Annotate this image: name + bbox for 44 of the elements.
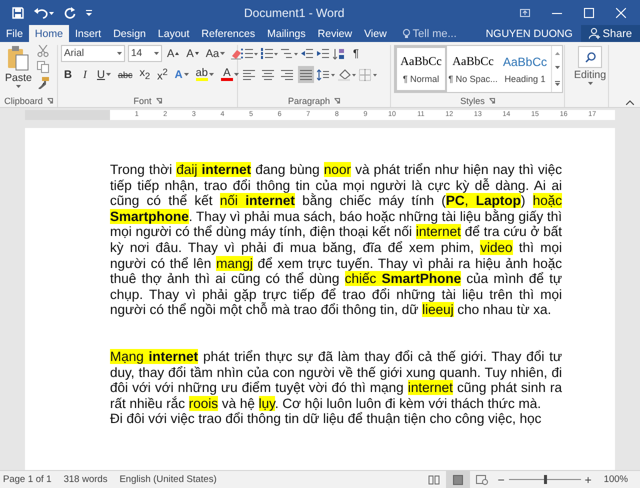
font-color-button[interactable]: A bbox=[218, 66, 241, 83]
ribbon-tab[interactable]: Review bbox=[312, 25, 358, 42]
zoom-out-button[interactable]: − bbox=[494, 472, 509, 486]
show-formatting-button[interactable]: ¶ bbox=[349, 45, 363, 62]
style-gallery-item[interactable]: AaBbCc ¶ Normal bbox=[395, 46, 447, 92]
ribbon-tab[interactable]: Layout bbox=[152, 25, 196, 42]
paste-button[interactable]: Paste bbox=[3, 45, 34, 95]
editing-button[interactable]: Editing bbox=[568, 45, 612, 95]
user-name: NGUYEN DUONG bbox=[486, 28, 574, 40]
shrink-font-button[interactable]: A bbox=[184, 45, 201, 62]
change-case-button[interactable]: Aa bbox=[204, 45, 228, 62]
ribbon-tab[interactable]: Mailings bbox=[261, 25, 312, 42]
underline-button[interactable]: U bbox=[95, 66, 113, 83]
window-title: Document1 - Word bbox=[244, 6, 346, 20]
ribbon-tab[interactable]: References bbox=[195, 25, 262, 42]
group-label: Paragraph bbox=[288, 95, 330, 107]
group-label: Clipboard bbox=[4, 95, 43, 107]
tell-me-field[interactable]: Tell me... bbox=[392, 25, 457, 42]
word-count[interactable]: 318 words bbox=[64, 474, 116, 485]
superscript-button[interactable]: x$^{2}$ bbox=[155, 66, 170, 83]
group-label: Font bbox=[133, 95, 152, 107]
font-name-field[interactable]: Arial bbox=[61, 45, 125, 62]
group-label: Styles bbox=[460, 95, 485, 107]
highlight-color-button[interactable]: ab bbox=[194, 66, 216, 83]
paragraph-text: Trong thời đaij internet đang bùng noor và phát triển như hiện nay thì việc tiếp tiếp nhận, trao đổi thông tin của mọi người là cực kỳ dễ dàng. Ai ai cũng có thể kết nối internet bằng chiếc máy tính (PC, Laptop) hoặc Smartphone. Thay vì phải mua sách, báo hoặc những tài liệu bằng giấy thì mọi người có thể dùng máy tính, điện thoại kết nối internet để tra cứu ở bất kỳ nơi đâu. Thay vì phải đi mua băng, đĩa để xem phim, video thì mọi người có thể lên mangj để xem trực tuyến. Thay vì phải ra hiệu ảnh hoặc thuê thợ ảnh thì ai cũng có thể dùng chiếc SmartPhone của mình để tự chụp. Thay vì phải gặp trực tiếp để trao đổi những tài liệu trên thì mọi người có thể ngồi một chỗ mà trao đổi thông tin, dữ lieeuj cho nhau từ xa. bbox=[110, 162, 562, 318]
bold-button[interactable]: B bbox=[61, 66, 75, 83]
paragraph-text: Đi đôi với việc trao đổi thông tin dữ liệu để thuận tiện cho công việc, học bbox=[110, 411, 542, 427]
ribbon-tab[interactable]: Home bbox=[28, 25, 69, 42]
text-effects-button[interactable]: A bbox=[172, 66, 191, 83]
ribbon-tab[interactable]: View bbox=[358, 25, 393, 42]
paragraph-text: Mạng internet phát triển thực sự đã làm thay đổi cả thế giới. Thay đổi tư duy, thay đổi tầm nhìn của con người về thế giới xung quanh. Tuy nhiên, đi đôi với với những ưu điểm tuyệt vời đó thì mạng internet cũng phát sinh ra rất nhiều rắc roois và hệ lụy. Cơ hội luôn luôn đi kèm với thách thức mà. bbox=[110, 348, 562, 412]
subscript-button[interactable]: x$_{2}$ bbox=[137, 66, 152, 83]
grow-font-button[interactable]: A bbox=[165, 45, 182, 62]
language[interactable]: English (United States) bbox=[119, 474, 225, 485]
italic-button[interactable]: I bbox=[78, 66, 92, 83]
page-count[interactable]: Page 1 of 1 bbox=[3, 474, 60, 485]
zoom-level[interactable]: 100% bbox=[596, 474, 640, 485]
zoom-in-button[interactable]: + bbox=[580, 472, 596, 486]
font-size-field[interactable]: 14 bbox=[128, 45, 162, 62]
ribbon-tab[interactable]: Insert bbox=[68, 25, 108, 42]
ribbon-tab[interactable]: File bbox=[0, 25, 29, 42]
ribbon-tab[interactable]: Design bbox=[107, 25, 152, 42]
share-button[interactable]: Share bbox=[580, 25, 640, 42]
strikethrough-button[interactable]: abc bbox=[116, 66, 134, 83]
